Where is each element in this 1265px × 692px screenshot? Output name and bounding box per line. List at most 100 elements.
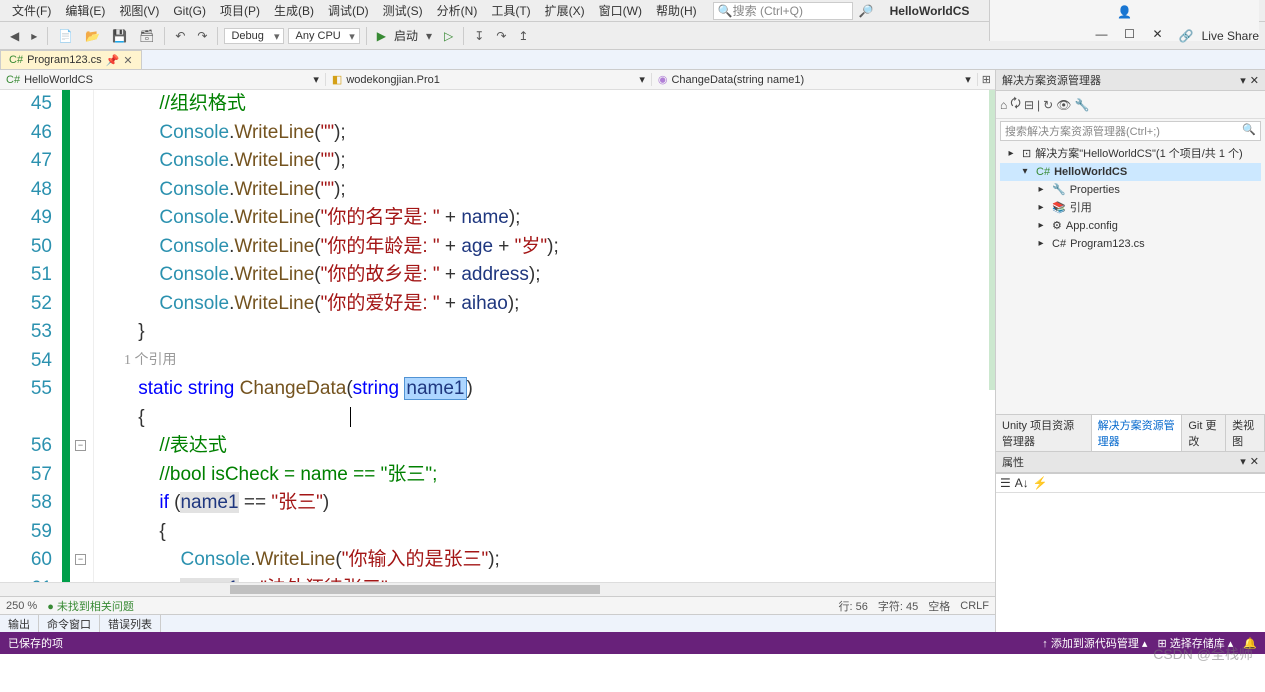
nav-namespace[interactable]: C#HelloWorldCS▾	[0, 73, 326, 86]
search-go-icon[interactable]: 🔎	[855, 2, 878, 20]
right-tab[interactable]: Unity 项目资源管理器	[996, 415, 1092, 451]
code-content[interactable]: //组织格式 Console.WriteLine(""); Console.Wr…	[94, 90, 995, 582]
menu-item[interactable]: 编辑(E)	[59, 0, 111, 21]
menu-item[interactable]: 测试(S)	[377, 0, 429, 21]
minimize-button[interactable]: —	[1091, 27, 1113, 41]
document-tabs: C# Program123.cs 📌 ✕	[0, 50, 1265, 70]
issues-indicator[interactable]: ● 未找到相关问题	[47, 598, 134, 614]
indent-mode[interactable]: 空格	[928, 598, 950, 614]
cursor-line: 行: 56	[839, 598, 868, 614]
redo-icon[interactable]: ↷	[193, 27, 211, 45]
menu-item[interactable]: Git(G)	[167, 2, 212, 20]
menu-bar: 文件(F)编辑(E)视图(V)Git(G)项目(P)生成(B)调试(D)测试(S…	[0, 0, 1265, 22]
refresh-icon[interactable]: ↻	[1043, 98, 1053, 112]
search-placeholder: 搜索 (Ctrl+Q)	[733, 2, 803, 19]
save-icon[interactable]: 💾	[108, 27, 131, 45]
bottom-tab[interactable]: 错误列表	[100, 614, 161, 633]
tab-pin-icon[interactable]: 📌	[106, 54, 120, 67]
nav-class[interactable]: ◧wodekongjian.Pro1▾	[326, 73, 652, 86]
save-all-icon[interactable]: 🗃	[135, 27, 158, 45]
tab-close-icon[interactable]: ✕	[123, 54, 132, 67]
code-editor[interactable]: 4546474849505152535455 5657585960616263 …	[0, 90, 995, 582]
fold-toggle[interactable]: −	[75, 554, 86, 565]
menu-item[interactable]: 帮助(H)	[650, 0, 703, 21]
nav-method[interactable]: ◉ChangeData(string name1)▾	[652, 73, 978, 86]
solution-search[interactable]: 搜索解决方案资源管理器(Ctrl+;) 🔍	[1000, 121, 1261, 141]
alpha-sort-icon[interactable]: A↓	[1015, 476, 1029, 490]
show-all-icon[interactable]: 👁	[1056, 98, 1071, 112]
step-over-icon[interactable]: ↷	[492, 27, 510, 45]
properties-icon[interactable]: 🔧	[1074, 98, 1089, 112]
solution-icon: ⊡	[1022, 145, 1031, 163]
run-no-debug-icon[interactable]: ▷	[440, 27, 457, 45]
platform-combo[interactable]: Any CPU	[288, 28, 359, 44]
fold-gutter[interactable]: −−	[70, 90, 94, 582]
tree-node[interactable]: ▸C#Program123.cs	[1000, 235, 1261, 253]
menu-item[interactable]: 分析(N)	[431, 0, 484, 21]
fold-toggle[interactable]: −	[75, 440, 86, 451]
bottom-tab[interactable]: 命令窗口	[39, 614, 100, 633]
menu-item[interactable]: 窗口(W)	[593, 0, 648, 21]
categorize-icon[interactable]: ☰	[1000, 476, 1011, 490]
login-avatar-icon[interactable]: 👤	[1117, 5, 1132, 19]
undo-icon[interactable]: ↶	[171, 27, 189, 45]
panel-dropdown-icon[interactable]: ▾	[1240, 455, 1246, 468]
repo-select[interactable]: ⊞ 选择存储库 ▴	[1157, 635, 1233, 651]
panel-close-icon[interactable]: ✕	[1250, 455, 1259, 468]
global-search[interactable]: 🔍 搜索 (Ctrl+Q)	[713, 2, 853, 20]
right-tab[interactable]: 类视图	[1226, 415, 1265, 451]
open-icon[interactable]: 📂	[81, 27, 104, 45]
solution-tree[interactable]: ▸⊡解决方案"HelloWorldCS"(1 个项目/共 1 个) ▾C#Hel…	[996, 143, 1265, 255]
project-name: HelloWorldCS	[890, 4, 970, 18]
menu-item[interactable]: 扩展(X)	[539, 0, 591, 21]
config-combo[interactable]: Debug	[224, 28, 284, 44]
menu-item[interactable]: 工具(T)	[485, 0, 536, 21]
run-icon[interactable]: ▶	[373, 27, 390, 45]
liveshare-label[interactable]: Live Share	[1202, 29, 1259, 43]
bottom-tab[interactable]: 输出	[0, 614, 39, 633]
search-icon: 🔍	[1242, 123, 1256, 139]
h-scrollbar[interactable]	[0, 582, 995, 596]
menu-item[interactable]: 文件(F)	[6, 0, 57, 21]
menu-item[interactable]: 项目(P)	[214, 0, 266, 21]
properties-title: 属性 ▾ ✕	[996, 452, 1265, 473]
nav-fwd-icon[interactable]: ▸	[27, 27, 41, 45]
menu-item[interactable]: 视图(V)	[113, 0, 165, 21]
notifications-icon[interactable]: 🔔	[1243, 637, 1257, 650]
split-editor-icon[interactable]: ⊞	[978, 71, 995, 88]
properties-panel: ☰ A↓ ⚡	[996, 473, 1265, 633]
tree-node[interactable]: ▸🔧Properties	[1000, 181, 1261, 199]
home-icon[interactable]: ⌂	[1000, 98, 1007, 112]
events-icon[interactable]: ⚡	[1033, 476, 1048, 490]
status-bar: 已保存的项 ↑ 添加到源代码管理 ▴ ⊞ 选择存储库 ▴ 🔔	[0, 632, 1265, 654]
right-tab[interactable]: 解决方案资源管理器	[1092, 415, 1183, 451]
step-out-icon[interactable]: ↥	[514, 27, 532, 45]
nav-back-icon[interactable]: ◀	[6, 27, 23, 45]
tree-node[interactable]: ▸📚引用	[1000, 199, 1261, 217]
panel-close-icon[interactable]: ✕	[1250, 74, 1259, 87]
file-icon: 📚	[1052, 199, 1066, 217]
right-tab[interactable]: Git 更改	[1182, 415, 1226, 451]
collapse-icon[interactable]: ⊟	[1024, 98, 1034, 112]
menu-item[interactable]: 调试(D)	[322, 0, 375, 21]
tree-node[interactable]: ▸⚙App.config	[1000, 217, 1261, 235]
source-control[interactable]: ↑ 添加到源代码管理 ▴	[1042, 635, 1147, 651]
sync-icon[interactable]: 🗘	[1010, 94, 1021, 115]
tab-program123[interactable]: C# Program123.cs 📌 ✕	[0, 50, 142, 69]
tab-label: Program123.cs	[27, 54, 102, 66]
run-label[interactable]: 启动	[394, 27, 418, 44]
project-node[interactable]: ▾C#HelloWorldCS	[1000, 163, 1261, 181]
file-icon: 🔧	[1052, 181, 1066, 199]
zoom-level[interactable]: 250 %	[6, 600, 37, 612]
new-file-icon[interactable]: 📄	[54, 27, 77, 45]
panel-dropdown-icon[interactable]: ▾	[1240, 74, 1246, 87]
step-into-icon[interactable]: ↧	[470, 27, 488, 45]
maximize-button[interactable]: ☐	[1119, 27, 1141, 41]
solution-root[interactable]: ▸⊡解决方案"HelloWorldCS"(1 个项目/共 1 个)	[1000, 145, 1261, 163]
line-numbers: 4546474849505152535455 5657585960616263	[0, 90, 62, 582]
eol-mode[interactable]: CRLF	[960, 600, 989, 612]
close-window-button[interactable]: ✕	[1147, 27, 1169, 41]
run-dropdown-icon[interactable]: ▾	[422, 27, 436, 45]
menu-item[interactable]: 生成(B)	[268, 0, 320, 21]
liveshare-icon[interactable]: 🔗	[1175, 27, 1198, 45]
